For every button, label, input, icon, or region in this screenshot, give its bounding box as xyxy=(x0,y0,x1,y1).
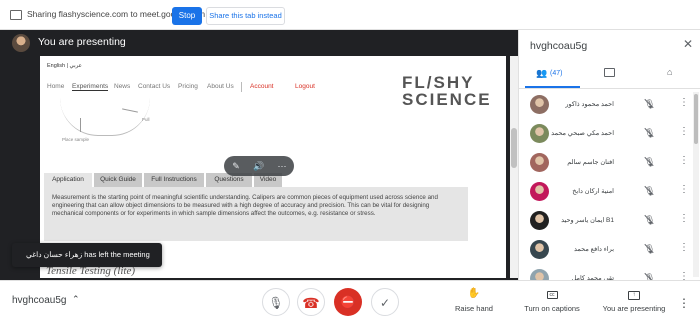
diagram-label-place: Place sample xyxy=(62,137,90,142)
mic-off-icon: 🎙 xyxy=(644,157,656,167)
nav-logout[interactable]: Logout xyxy=(295,83,315,90)
avatar xyxy=(12,34,30,52)
mic-off-icon: 🎙 xyxy=(644,215,656,225)
panel-scrollbar-thumb[interactable] xyxy=(694,94,698,144)
mic-off-icon: 🎙 xyxy=(644,99,656,109)
volume-icon[interactable]: 🔊 xyxy=(253,160,265,172)
participant-row[interactable]: براء دافع محمد 🎙 ⋮ xyxy=(518,236,693,264)
nav-home[interactable]: Home xyxy=(47,83,64,90)
tab-application[interactable]: Application xyxy=(44,173,92,187)
more-vert-icon[interactable]: ⋮ xyxy=(679,242,689,254)
call-end-icon[interactable]: ☎ xyxy=(297,288,325,316)
chevron-up-icon[interactable]: ⌃ xyxy=(72,294,80,305)
participant-name: ايمان ياسر وحيد B1 xyxy=(561,217,614,224)
more-vert-icon[interactable]: ⋮ xyxy=(679,184,689,196)
participant-left-toast: زهراء حسان داغي has left the meeting xyxy=(12,243,162,267)
close-icon[interactable]: ✕ xyxy=(681,37,695,51)
participant-name: براء دافع محمد xyxy=(574,246,614,253)
participant-row[interactable]: امنية اركان دابخ 🎙 ⋮ xyxy=(518,178,693,206)
more-vert-icon[interactable]: ⋮ xyxy=(679,213,689,225)
language-switch[interactable]: English | عربي xyxy=(47,63,82,69)
mic-off-icon: 🎙 xyxy=(644,186,656,196)
hand-icon: ✋ xyxy=(467,288,481,299)
participant-name: افنان جاسم سالم xyxy=(567,159,614,166)
raise-hand-button[interactable]: ✋ Raise hand xyxy=(438,288,510,313)
diagram-label-pull: Pull xyxy=(142,117,150,122)
participant-name: احمد مكي صبحي محمد xyxy=(551,130,614,137)
mic-off-icon: 🎙 xyxy=(644,128,656,138)
mic-button[interactable]: 🎙 xyxy=(262,288,290,316)
more-vert-icon[interactable]: ⋮ xyxy=(679,126,689,138)
stop-sharing-button[interactable]: Stop xyxy=(172,7,202,25)
people-count[interactable]: (47) xyxy=(550,70,562,77)
captions-button[interactable]: cc Turn on captions xyxy=(516,288,588,313)
present-button[interactable]: ↑ You are presenting xyxy=(598,288,670,313)
participant-row[interactable]: احمد محمود ذاكور 🎙 ⋮ xyxy=(518,91,693,119)
captions-icon: cc xyxy=(516,288,588,300)
divider xyxy=(518,88,700,89)
participant-name: امنية اركان دابخ xyxy=(572,188,614,195)
raise-hand-label: Raise hand xyxy=(455,304,493,313)
tab-quick-guide[interactable]: Quick Guide xyxy=(94,173,142,187)
nav-contact[interactable]: Contact Us xyxy=(138,83,170,90)
presenting-label: You are presenting xyxy=(38,36,126,48)
check-icon[interactable]: ✓ xyxy=(371,288,399,316)
activities-icon[interactable]: ⌂ xyxy=(667,67,672,77)
present-label: You are presenting xyxy=(602,304,666,313)
share-this-tab-button[interactable]: Share this tab instead xyxy=(206,7,285,25)
nav-news[interactable]: News xyxy=(114,83,130,90)
people-icon[interactable]: 👥 xyxy=(536,68,547,79)
more-vert-icon[interactable]: ⋮ xyxy=(679,155,689,167)
more-vert-icon[interactable]: ⋮ xyxy=(678,296,690,310)
diagram-line xyxy=(80,118,81,132)
chat-icon[interactable] xyxy=(604,68,615,77)
tab-full-instructions[interactable]: Full Instructions xyxy=(144,173,204,187)
content-scrollbar-thumb[interactable] xyxy=(511,128,517,168)
nav-experiments[interactable]: Experiments xyxy=(72,83,109,91)
participant-row[interactable]: احمد مكي صبحي محمد 🎙 ⋮ xyxy=(518,120,693,148)
screen-share-icon xyxy=(10,10,22,20)
participant-row[interactable]: افنان جاسم سالم 🎙 ⋮ xyxy=(518,149,693,177)
videocam-off-icon[interactable]: ⛔ xyxy=(334,288,362,316)
more-horiz-icon[interactable]: ⋯ xyxy=(276,160,288,172)
nav-pricing[interactable]: Pricing xyxy=(178,83,198,90)
nav-account[interactable]: Account xyxy=(250,83,274,90)
more-vert-icon[interactable]: ⋮ xyxy=(679,97,689,109)
nav-about[interactable]: About Us xyxy=(207,83,234,90)
mic-off-icon[interactable]: ✎ xyxy=(230,160,242,172)
participant-name: احمد محمود ذاكور xyxy=(565,101,614,108)
logo-line-2: SCIENCE xyxy=(402,90,492,109)
site-logo[interactable]: FL/SHY SCIENCE xyxy=(402,74,492,108)
meeting-details-code[interactable]: hvghcoau5g xyxy=(12,295,67,306)
present-icon: ↑ xyxy=(598,288,670,300)
participant-row[interactable]: ايمان ياسر وحيد B1 🎙 ⋮ xyxy=(518,207,693,235)
panel-meeting-code: hvghcoau5g xyxy=(530,40,588,52)
mic-off-icon: 🎙 xyxy=(644,244,656,254)
captions-label: Turn on captions xyxy=(524,304,580,313)
tab-content-text: Measurement is the starting point of mea… xyxy=(44,187,468,241)
nav-divider xyxy=(241,82,242,92)
